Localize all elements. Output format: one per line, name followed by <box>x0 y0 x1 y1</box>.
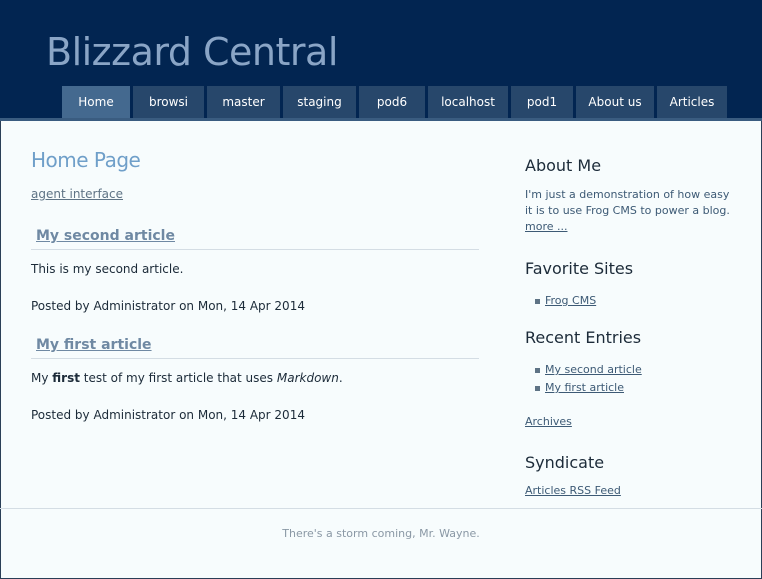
footer-text: There's a storm coming, Mr. Wayne. <box>282 527 480 540</box>
article-divider <box>31 358 479 359</box>
article-body-bold: first <box>52 371 80 385</box>
site-header: Blizzard Central Home browsi master stag… <box>0 0 762 118</box>
list-item: My second article <box>535 361 740 379</box>
list-item: Frog CMS <box>535 292 740 310</box>
nav-tab-browsi[interactable]: browsi <box>133 86 204 118</box>
nav-tab-about-us[interactable]: About us <box>576 86 654 118</box>
recent-entry-link[interactable]: My second article <box>545 361 642 379</box>
nav-tab-staging[interactable]: staging <box>283 86 356 118</box>
article-body-text: . <box>338 371 343 385</box>
favorites-list: Frog CMS <box>525 292 740 310</box>
article-posted-info: Posted by Administrator on Mon, 14 Apr 2… <box>31 408 305 422</box>
rss-feed-link[interactable]: Articles RSS Feed <box>525 484 621 497</box>
syndicate-heading: Syndicate <box>525 453 605 472</box>
nav-tab-localhost[interactable]: localhost <box>428 86 508 118</box>
bullet-icon <box>535 367 540 373</box>
sidebar: About Me I'm just a demonstration of how… <box>525 156 740 498</box>
article-posted-info: Posted by Administrator on Mon, 14 Apr 2… <box>31 299 305 313</box>
article-divider <box>31 249 479 250</box>
article-body: This is my second article. <box>31 262 184 276</box>
article: My first article My first test of my fir… <box>31 337 481 422</box>
nav-tab-master[interactable]: master <box>207 86 280 118</box>
bullet-icon <box>535 385 540 391</box>
about-heading: About Me <box>525 156 602 175</box>
site-title[interactable]: Blizzard Central <box>46 30 338 74</box>
nav-tab-articles[interactable]: Articles <box>657 86 727 118</box>
list-item: My first article <box>535 379 740 397</box>
recent-heading: Recent Entries <box>525 328 642 347</box>
agent-interface-link[interactable]: agent interface <box>31 187 123 201</box>
article-body: My first test of my first article that u… <box>31 371 481 385</box>
article-body-text: test of my first article that uses <box>79 371 277 385</box>
footer-divider <box>0 508 762 509</box>
favorites-heading: Favorite Sites <box>525 259 634 278</box>
article: My second article This is my second arti… <box>31 228 481 313</box>
article-body-italic: Markdown <box>276 371 339 385</box>
favorite-link[interactable]: Frog CMS <box>545 292 596 310</box>
main-content: Home Page agent interface My second arti… <box>31 148 481 422</box>
article-title-link[interactable]: My first article <box>36 337 481 353</box>
main-nav: Home browsi master staging pod6 localhos… <box>62 86 727 118</box>
about-more-link[interactable]: more ... <box>525 220 567 233</box>
nav-tab-pod1[interactable]: pod1 <box>511 86 573 118</box>
recent-entry-link[interactable]: My first article <box>545 379 624 397</box>
recent-list: My second article My first article <box>525 361 740 397</box>
nav-tab-home[interactable]: Home <box>62 86 130 118</box>
nav-tab-pod6[interactable]: pod6 <box>359 86 425 118</box>
archives-link[interactable]: Archives <box>525 415 572 428</box>
header-divider <box>0 118 762 121</box>
page-title: Home Page <box>31 148 141 172</box>
about-text: I'm just a demonstration of how easy it … <box>525 187 740 235</box>
article-title-link[interactable]: My second article <box>36 228 481 244</box>
article-body-text: My <box>31 371 53 385</box>
bullet-icon <box>535 298 540 304</box>
about-description: I'm just a demonstration of how easy it … <box>525 188 730 217</box>
